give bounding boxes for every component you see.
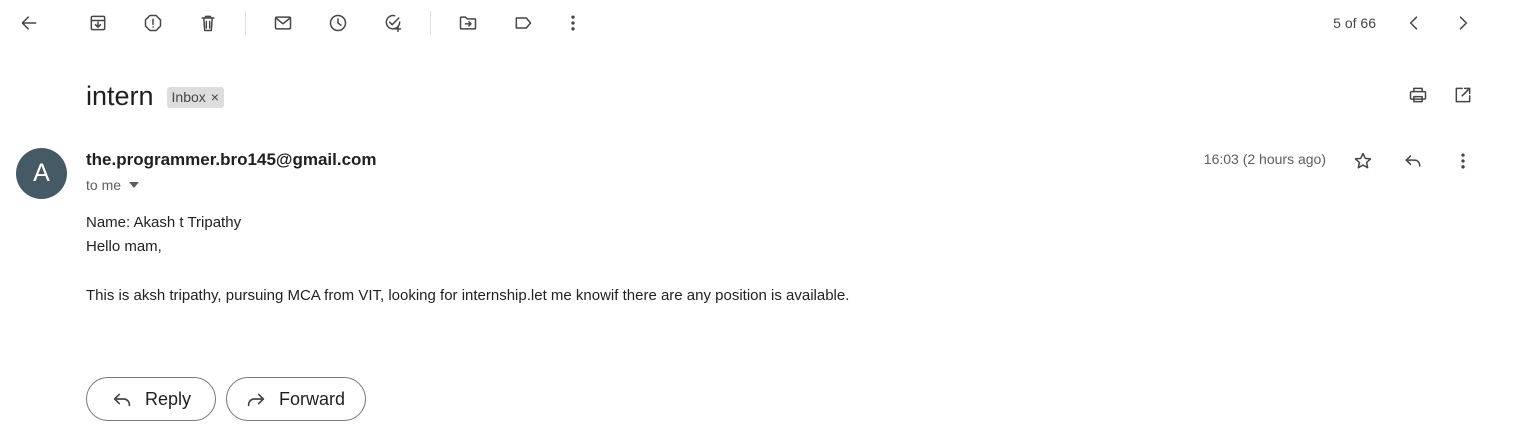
print-all-button[interactable] — [1400, 77, 1436, 113]
forward-button[interactable]: Forward — [226, 377, 366, 421]
toolbar-divider — [245, 11, 246, 35]
add-to-tasks-button[interactable] — [375, 5, 411, 41]
reply-icon — [1405, 155, 1421, 167]
archive-button[interactable] — [80, 5, 116, 41]
caret-down-icon — [129, 182, 140, 188]
move-to-button[interactable] — [450, 5, 486, 41]
inbox-label-chip: Inbox × — [166, 86, 224, 108]
back-button[interactable] — [11, 5, 47, 41]
print-icon — [1409, 87, 1427, 103]
email-subject: intern — [86, 80, 154, 111]
sender-email[interactable]: the.programmer.bro145@gmail.com — [86, 150, 377, 170]
subject-row: intern Inbox × — [86, 78, 224, 114]
email-view: 5 of 66 intern Inbox × A the.programmer.… — [0, 0, 1514, 447]
report-spam-button[interactable] — [135, 5, 171, 41]
toolbar-divider — [430, 11, 431, 35]
recipient-details-toggle[interactable]: to me — [86, 177, 140, 193]
move-to-icon — [459, 16, 477, 30]
reply-icon — [113, 393, 131, 407]
report-spam-icon — [144, 14, 162, 32]
label-chip-text: Inbox — [171, 88, 206, 105]
star-icon — [1354, 152, 1372, 169]
star-button[interactable] — [1345, 143, 1381, 179]
more-options-icon — [571, 15, 575, 31]
snooze-icon — [329, 14, 347, 32]
archive-icon — [90, 15, 106, 31]
body-line: Name: Akash t Tripathy — [86, 214, 242, 231]
older-button[interactable] — [1445, 5, 1481, 41]
forward-icon — [247, 393, 265, 407]
message-more-button[interactable] — [1445, 143, 1481, 179]
delete-button[interactable] — [190, 5, 226, 41]
recipient-text: to me — [86, 177, 122, 193]
body-line: This is aksh tripathy, pursuing MCA from… — [86, 287, 850, 304]
more-options-button[interactable] — [555, 5, 591, 41]
label-icon — [515, 17, 532, 29]
mark-unread-button[interactable] — [265, 5, 301, 41]
toolbar: 5 of 66 — [0, 0, 1514, 46]
reply-button-label: Reply — [145, 388, 192, 409]
mark-unread-icon — [274, 16, 292, 30]
remove-label-button[interactable]: × — [211, 89, 219, 105]
forward-button-label: Forward — [279, 388, 346, 409]
chevron-right-icon — [1459, 16, 1468, 30]
message-timestamp: 16:03 (2 hours ago) — [1203, 151, 1326, 167]
newer-button[interactable] — [1396, 5, 1432, 41]
delete-icon — [201, 15, 215, 32]
avatar[interactable]: A — [16, 148, 67, 199]
chevron-left-icon — [1409, 16, 1418, 30]
body-line: Hello mam, — [86, 238, 162, 255]
back-arrow-icon — [21, 16, 37, 30]
add-to-tasks-icon — [385, 14, 402, 33]
reply-button-header[interactable] — [1395, 143, 1431, 179]
open-in-new-window-button[interactable] — [1445, 77, 1481, 113]
labels-button[interactable] — [505, 5, 541, 41]
pager-count: 5 of 66 — [1333, 15, 1376, 31]
reply-button[interactable]: Reply — [86, 377, 216, 421]
message-body: Name: Akash t Tripathy Hello mam, This i… — [86, 211, 849, 308]
open-in-new-window-icon — [1455, 87, 1471, 103]
snooze-button[interactable] — [320, 5, 356, 41]
more-options-icon — [1461, 153, 1465, 169]
